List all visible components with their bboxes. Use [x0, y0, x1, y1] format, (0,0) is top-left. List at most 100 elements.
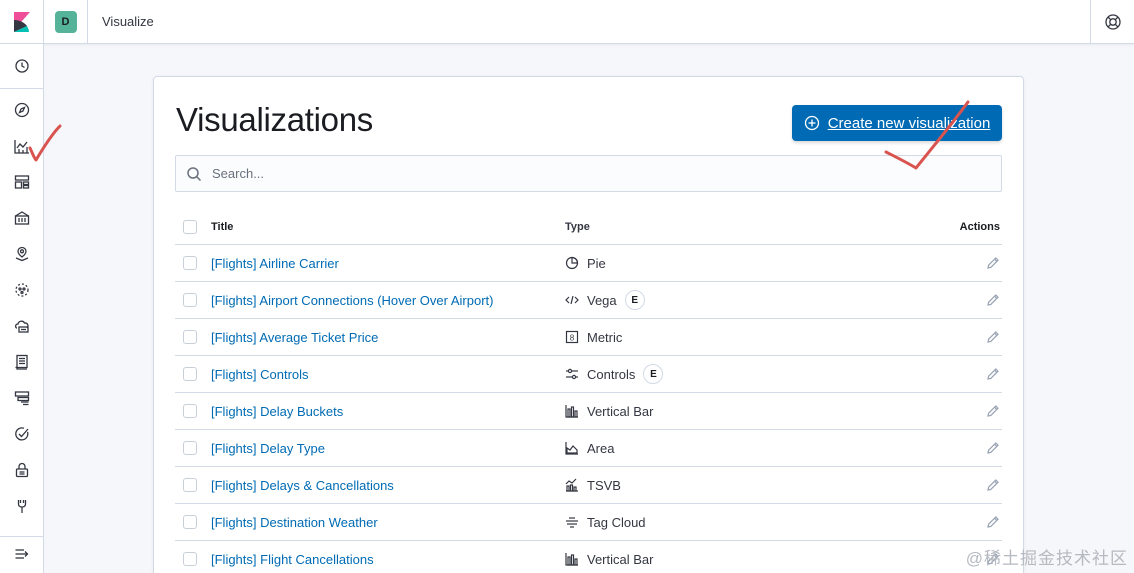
code-icon [565, 293, 579, 307]
visualization-type: Vega [587, 292, 617, 308]
table-row: [Flights] Average Ticket Price 8 Metric [175, 319, 1002, 356]
pencil-edit-icon[interactable] [986, 330, 1000, 344]
table-row: [Flights] Controls Controls E [175, 356, 1002, 393]
uptime-icon [15, 427, 29, 441]
metric-icon: 8 [565, 330, 579, 344]
table-row: [Flights] Delays & Cancellations TSVB [175, 467, 1002, 504]
plus-in-circle-icon [804, 115, 819, 131]
row-checkbox[interactable] [183, 330, 197, 344]
infrastructure-icon [14, 320, 29, 333]
visualization-title-link[interactable]: [Flights] Airport Connections (Hover Ove… [211, 293, 494, 308]
visualization-title-link[interactable]: [Flights] Flight Cancellations [211, 552, 374, 567]
create-visualization-label: Create new visualization [827, 114, 991, 132]
pencil-edit-icon[interactable] [986, 441, 1000, 455]
watermark: @稀土掘金技术社区 [965, 549, 1128, 568]
nav-logs[interactable] [0, 346, 44, 378]
nav-dev-tools[interactable] [0, 490, 44, 522]
row-checkbox[interactable] [183, 441, 197, 455]
nav-collapse[interactable] [0, 538, 44, 570]
experimental-badge: E [643, 364, 664, 384]
create-visualization-button[interactable]: Create new visualization [792, 105, 1002, 141]
search-bar[interactable] [175, 155, 1002, 192]
nav-machine-learning[interactable] [0, 274, 44, 306]
search-input[interactable] [212, 166, 992, 181]
column-header-title[interactable]: Title [211, 221, 565, 233]
visualization-type: Vertical Bar [587, 551, 654, 567]
column-header-actions: Actions [959, 220, 1000, 233]
area-icon [565, 441, 579, 455]
column-header-type[interactable]: Type [565, 221, 925, 233]
row-checkbox[interactable] [183, 256, 197, 270]
vertical-bar-icon [565, 552, 579, 566]
logs-icon [15, 354, 28, 370]
pencil-edit-icon[interactable] [986, 367, 1000, 381]
table-row: [Flights] Flight Cancellations Vertical … [175, 541, 1002, 573]
row-checkbox[interactable] [183, 293, 197, 307]
breadcrumb-app-title: Visualize [102, 14, 154, 29]
controls-icon [565, 367, 579, 381]
visualization-type: Pie [587, 255, 606, 271]
visualization-title-link[interactable]: [Flights] Airline Carrier [211, 256, 339, 271]
visualization-title-link[interactable]: [Flights] Destination Weather [211, 515, 378, 530]
visualization-type: Tag Cloud [587, 514, 646, 530]
search-icon [187, 166, 202, 181]
table-row: [Flights] Destination Weather Tag Cloud [175, 504, 1002, 541]
nav-canvas[interactable] [0, 202, 44, 234]
pie-icon [565, 256, 579, 270]
top-header: D Visualize [0, 0, 1134, 44]
nav-infrastructure[interactable] [0, 310, 44, 342]
visualization-type: Vertical Bar [587, 403, 654, 419]
visualize-icon [14, 140, 29, 154]
table-row: [Flights] Airport Connections (Hover Ove… [175, 282, 1002, 319]
kibana-logo[interactable] [0, 0, 44, 44]
visualization-title-link[interactable]: [Flights] Average Ticket Price [211, 330, 378, 345]
table-row: [Flights] Delay Buckets Vertical Bar [175, 393, 1002, 430]
space-avatar: D [54, 10, 77, 33]
space-selector[interactable]: D [44, 0, 88, 44]
visualization-title-link[interactable]: [Flights] Delay Buckets [211, 404, 343, 419]
visualization-title-link[interactable]: [Flights] Controls [211, 367, 309, 382]
canvas-icon [14, 211, 30, 225]
tag-cloud-icon [565, 515, 579, 529]
apm-icon [14, 391, 30, 406]
experimental-badge: E [624, 290, 645, 310]
pencil-edit-icon[interactable] [986, 515, 1000, 529]
nav-visualize[interactable] [0, 130, 44, 162]
visualization-title-link[interactable]: [Flights] Delay Type [211, 441, 325, 456]
help-lifebuoy-icon [1104, 14, 1121, 30]
side-nav [0, 44, 44, 573]
nav-apm[interactable] [0, 382, 44, 414]
help-button[interactable] [1090, 0, 1134, 44]
pencil-edit-icon[interactable] [986, 404, 1000, 418]
row-checkbox[interactable] [183, 367, 197, 381]
siem-icon [15, 462, 29, 478]
pencil-edit-icon[interactable] [986, 256, 1000, 270]
pencil-edit-icon[interactable] [986, 293, 1000, 307]
table-header: Title Type Actions [175, 209, 1002, 245]
pencil-edit-icon[interactable] [986, 478, 1000, 492]
table-row: [Flights] Airline Carrier Pie [175, 245, 1002, 282]
row-checkbox[interactable] [183, 552, 197, 566]
collapse-menu-icon [15, 549, 29, 559]
visualization-type: TSVB [587, 477, 621, 493]
nav-uptime[interactable] [0, 418, 44, 450]
select-all-checkbox[interactable] [183, 219, 197, 234]
dashboard-icon [14, 175, 30, 189]
row-checkbox[interactable] [183, 515, 197, 529]
tsvb-icon [565, 478, 579, 492]
ml-icon [15, 283, 29, 297]
kibana-logo-icon [13, 11, 30, 32]
row-checkbox[interactable] [183, 478, 197, 492]
table-row: [Flights] Delay Type Area [175, 430, 1002, 467]
nav-recently-viewed[interactable] [0, 50, 44, 82]
nav-dashboard[interactable] [0, 166, 44, 198]
visualizations-table: Title Type Actions [Flights] Airline Car… [175, 209, 1002, 573]
nav-maps[interactable] [0, 238, 44, 270]
visualizations-panel: Visualizations Create new visualization … [153, 76, 1024, 573]
nav-discover[interactable] [0, 94, 44, 126]
row-checkbox[interactable] [183, 404, 197, 418]
dev-tools-icon [17, 500, 27, 513]
page-title: Visualizations [176, 101, 373, 138]
visualization-title-link[interactable]: [Flights] Delays & Cancellations [211, 478, 394, 493]
nav-siem[interactable] [0, 454, 44, 486]
